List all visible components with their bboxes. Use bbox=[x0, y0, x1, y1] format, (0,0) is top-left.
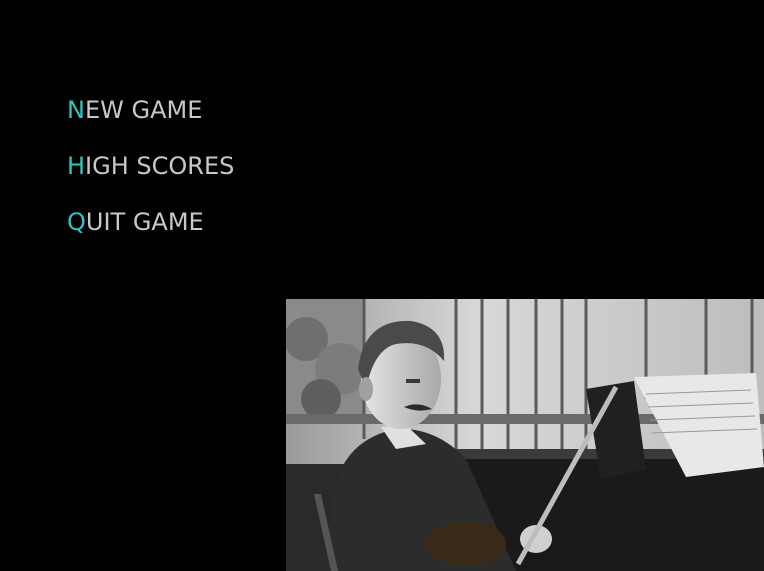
quit-game-label: UIT GAME bbox=[85, 208, 204, 236]
high-scores-option[interactable]: HIGH SCORES bbox=[67, 150, 234, 182]
high-scores-hotkey: H bbox=[67, 152, 86, 180]
composer-photo-illustration bbox=[286, 299, 764, 571]
new-game-hotkey: N bbox=[67, 96, 85, 124]
main-menu: NEW GAME HIGH SCORES QUIT GAME bbox=[67, 94, 234, 262]
composer-photo bbox=[286, 299, 764, 571]
quit-game-option[interactable]: QUIT GAME bbox=[67, 206, 234, 238]
new-game-label: EW GAME bbox=[84, 96, 203, 124]
quit-game-hotkey: Q bbox=[67, 208, 86, 236]
high-scores-label: IGH SCORES bbox=[85, 152, 235, 180]
new-game-option[interactable]: NEW GAME bbox=[67, 94, 234, 126]
